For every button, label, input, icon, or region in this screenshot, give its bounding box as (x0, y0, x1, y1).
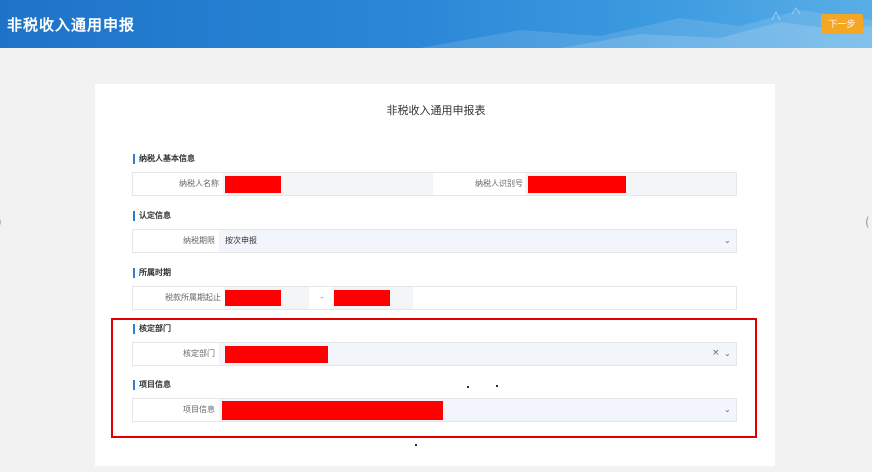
top-header-bar: 非税收入通用申报 下一步 (0, 0, 872, 48)
taxpayer-id-field[interactable] (525, 173, 736, 195)
redacted-start-date (225, 290, 281, 306)
redacted-taxpayer-name (225, 176, 281, 193)
redacted-taxpayer-id (528, 176, 626, 193)
scroll-right-icon[interactable]: ( (865, 215, 870, 229)
period-range-separator: - (320, 293, 324, 302)
chevron-down-icon: ⌄ (724, 236, 731, 245)
stray-dot (415, 444, 417, 446)
next-step-button[interactable]: 下一步 (821, 14, 863, 34)
assessment-info-row: 纳税期限 按次申报 ⌄ (132, 229, 737, 253)
tax-period-select[interactable]: 按次申报 ⌄ (219, 230, 736, 252)
taxpayer-name-field[interactable] (223, 173, 433, 195)
section-period: 所属时期 (133, 268, 171, 278)
period-end-date-field[interactable] (333, 287, 413, 309)
form-title: 非税收入通用申报表 (386, 104, 486, 117)
period-row: 税款所属期起止 - (132, 286, 737, 310)
stray-dot (467, 386, 469, 388)
section-taxpayer-info: 纳税人基本信息 (133, 154, 195, 164)
highlight-annotation-box (111, 318, 757, 438)
taxpayer-name-label: 纳税人名称 (179, 179, 219, 188)
taxpayer-id-label: 纳税人识别号 (475, 179, 523, 188)
period-range-label: 税款所属期起止 (165, 293, 221, 302)
period-start-date-field[interactable] (225, 287, 309, 309)
tax-period-value: 按次申报 (225, 236, 257, 245)
page-title: 非税收入通用申报 (7, 16, 136, 34)
section-assessment-info: 认定信息 (133, 211, 171, 221)
stray-dot (496, 385, 498, 387)
tax-period-label: 纳税期限 (183, 236, 215, 245)
scroll-left-icon[interactable]: ) (0, 215, 2, 229)
taxpayer-info-row: 纳税人名称 纳税人识别号 (132, 172, 737, 196)
redacted-end-date (334, 290, 390, 306)
